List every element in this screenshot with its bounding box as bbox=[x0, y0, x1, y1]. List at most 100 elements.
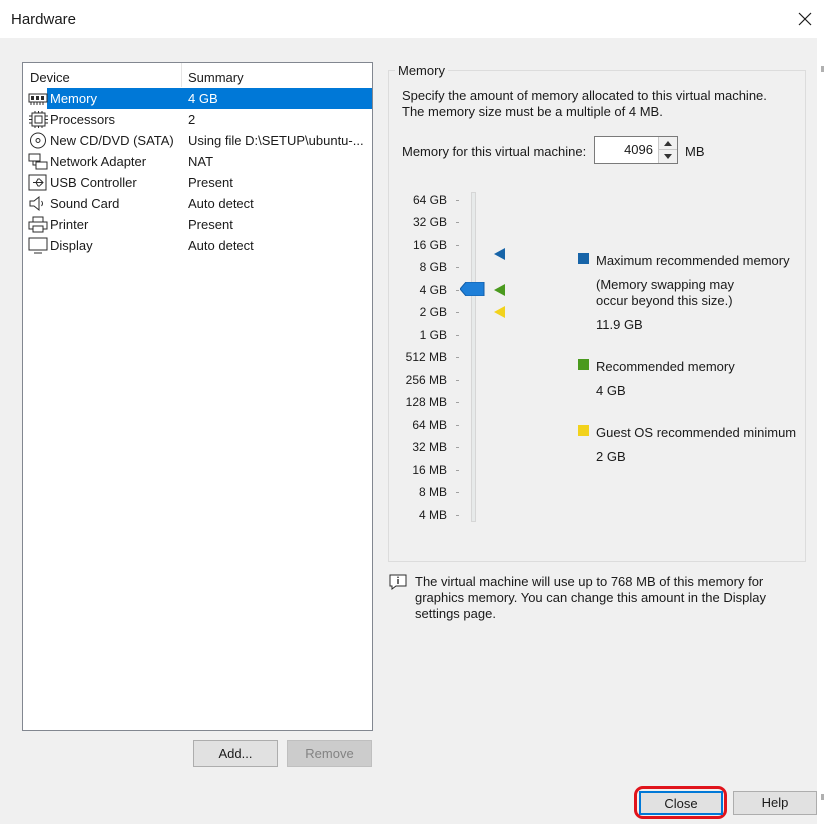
recommended-marker bbox=[494, 284, 505, 296]
scale-label: 256 MB bbox=[405, 373, 447, 387]
window-title: Hardware bbox=[11, 11, 77, 28]
scale-tick bbox=[456, 245, 459, 246]
memory-group-label: Memory bbox=[395, 63, 448, 78]
memory-increment-button[interactable] bbox=[658, 137, 677, 150]
guest-min-marker bbox=[494, 306, 505, 318]
scale-tick bbox=[456, 222, 459, 223]
memory-slider-thumb[interactable] bbox=[460, 282, 485, 296]
graphics-memory-info-line2: graphics memory. You can change this amo… bbox=[415, 590, 766, 605]
remove-device-button[interactable]: Remove bbox=[287, 740, 372, 767]
close-icon bbox=[798, 12, 812, 26]
close-button[interactable]: Close bbox=[639, 791, 723, 815]
scale-tick bbox=[456, 267, 459, 268]
guest-min-swatch bbox=[578, 425, 589, 436]
printer-icon bbox=[28, 216, 48, 233]
max-recommended-label: Maximum recommended memory bbox=[596, 253, 790, 268]
display-icon bbox=[28, 237, 48, 254]
memory-description-line1: Specify the amount of memory allocated t… bbox=[402, 88, 767, 103]
device-list[interactable]: Device Summary Memory 4 GB Processors 2 … bbox=[22, 62, 373, 731]
column-header-summary[interactable]: Summary bbox=[188, 70, 244, 85]
recommended-swatch bbox=[578, 359, 589, 370]
device-name: New CD/DVD (SATA) bbox=[50, 133, 174, 148]
device-rows: Memory 4 GB Processors 2 New CD/DVD (SAT… bbox=[23, 88, 372, 256]
title-bar: Hardware bbox=[0, 0, 828, 38]
device-row-memory[interactable]: Memory 4 GB bbox=[23, 88, 372, 109]
help-button[interactable]: Help bbox=[733, 791, 817, 815]
scale-tick bbox=[456, 357, 459, 358]
memory-description-line2: The memory size must be a multiple of 4 … bbox=[402, 104, 663, 119]
scale-label: 2 GB bbox=[419, 305, 447, 319]
scale-tick bbox=[456, 290, 459, 291]
max-recommended-marker bbox=[494, 248, 505, 260]
memory-field-label: Memory for this virtual machine: bbox=[402, 144, 587, 159]
add-device-button[interactable]: Add... bbox=[193, 740, 278, 767]
scale-label: 4 MB bbox=[418, 508, 447, 522]
memory-unit-label: MB bbox=[685, 144, 705, 159]
device-name: Network Adapter bbox=[50, 154, 147, 169]
device-name: Memory bbox=[50, 91, 97, 106]
device-row-cd-dvd[interactable]: New CD/DVD (SATA) Using file D:\SETUP\ub… bbox=[23, 130, 372, 151]
speaker-icon bbox=[29, 195, 43, 212]
memory-spinbox[interactable]: 4096 bbox=[594, 136, 678, 164]
device-row-display[interactable]: Display Auto detect bbox=[23, 235, 372, 256]
cd-dvd-icon bbox=[30, 132, 46, 149]
device-summary: Auto detect bbox=[188, 238, 254, 253]
recommended-value: 4 GB bbox=[596, 383, 626, 398]
scale-tick bbox=[456, 425, 459, 426]
window-edge bbox=[817, 38, 828, 824]
scale-tick bbox=[456, 515, 459, 516]
processor-icon bbox=[29, 111, 48, 128]
scale-tick bbox=[456, 312, 459, 313]
guest-min-label: Guest OS recommended minimum bbox=[596, 425, 797, 440]
device-summary: NAT bbox=[188, 154, 214, 169]
device-row-sound-card[interactable]: Sound Card Auto detect bbox=[23, 193, 372, 214]
scale-tick bbox=[456, 492, 459, 493]
device-name: Printer bbox=[50, 217, 89, 232]
device-row-network-adapter[interactable]: Network Adapter NAT bbox=[23, 151, 372, 172]
graphics-memory-info-line3: settings page. bbox=[415, 606, 496, 621]
device-row-printer[interactable]: Printer Present bbox=[23, 214, 372, 235]
scale-label: 32 GB bbox=[412, 215, 447, 229]
scale-tick bbox=[456, 200, 459, 201]
column-header-device[interactable]: Device bbox=[30, 70, 70, 85]
edge-mark bbox=[821, 66, 824, 72]
scale-label: 16 MB bbox=[412, 463, 447, 477]
device-summary: Present bbox=[188, 175, 233, 190]
graphics-memory-info-line1: The virtual machine will use up to 768 M… bbox=[415, 574, 764, 589]
memory-icon bbox=[28, 93, 48, 105]
memory-decrement-button[interactable] bbox=[658, 150, 677, 163]
memory-slider-track[interactable] bbox=[471, 192, 476, 522]
scale-label: 64 MB bbox=[412, 418, 447, 432]
column-separator[interactable] bbox=[181, 63, 182, 87]
device-row-processors[interactable]: Processors 2 bbox=[23, 109, 372, 130]
usb-icon bbox=[28, 174, 47, 191]
scale-label: 32 MB bbox=[412, 440, 447, 454]
recommended-label: Recommended memory bbox=[596, 359, 735, 374]
max-recommended-note: occur beyond this size.) bbox=[596, 293, 733, 308]
scale-label: 64 GB bbox=[412, 193, 447, 207]
network-adapter-icon bbox=[28, 153, 48, 170]
guest-min-value: 2 GB bbox=[596, 449, 626, 464]
chevron-down-icon bbox=[664, 154, 672, 159]
device-name: Sound Card bbox=[50, 196, 120, 211]
device-summary: 4 GB bbox=[188, 91, 218, 106]
max-recommended-note: (Memory swapping may bbox=[596, 277, 734, 292]
scale-label: 1 GB bbox=[419, 328, 447, 342]
device-name: Processors bbox=[50, 112, 116, 127]
memory-value-input[interactable]: 4096 bbox=[624, 142, 653, 157]
device-row-usb-controller[interactable]: USB Controller Present bbox=[23, 172, 372, 193]
device-summary: 2 bbox=[188, 112, 196, 127]
window-close-button[interactable] bbox=[782, 0, 828, 38]
scale-label: 8 MB bbox=[418, 485, 447, 499]
scale-label: 4 GB bbox=[419, 283, 447, 297]
scale-label: 16 GB bbox=[412, 238, 447, 252]
device-summary: Present bbox=[188, 217, 233, 232]
info-icon bbox=[389, 574, 407, 590]
scale-label: 128 MB bbox=[405, 395, 447, 409]
device-name: Display bbox=[50, 238, 93, 253]
scale-label: 8 GB bbox=[419, 260, 447, 274]
max-recommended-swatch bbox=[578, 253, 589, 264]
device-summary: Using file D:\SETUP\ubuntu-... bbox=[188, 133, 364, 148]
device-name: USB Controller bbox=[50, 175, 137, 190]
scale-tick bbox=[456, 470, 459, 471]
